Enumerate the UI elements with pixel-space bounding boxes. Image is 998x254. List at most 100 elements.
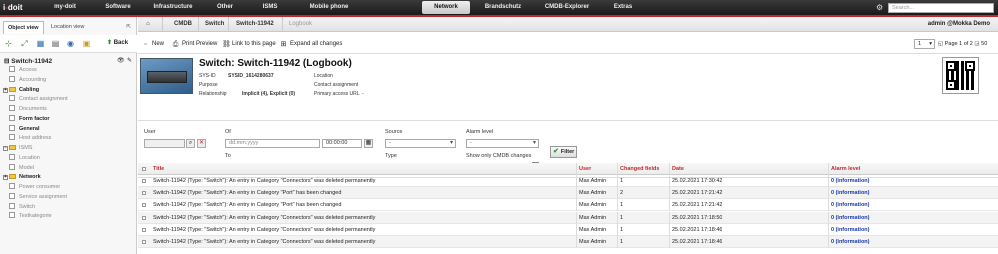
table-icon[interactable]: ▦ xyxy=(36,39,45,48)
nav-other[interactable]: Other xyxy=(204,0,246,15)
tree-item[interactable]: + Network xyxy=(3,173,41,182)
col-date[interactable]: Date xyxy=(672,163,684,175)
tree-item[interactable]: General xyxy=(9,124,39,134)
cell-alarm-level[interactable]: 0 (information) xyxy=(831,175,870,187)
cell-alarm-level[interactable]: 0 (information) xyxy=(831,236,870,248)
new-button[interactable]: ▫ New xyxy=(142,39,164,49)
tree-item[interactable]: + Cabling xyxy=(3,86,39,95)
globe-icon[interactable]: ◉ xyxy=(66,39,75,48)
table-row[interactable]: Switch-11942 (Type: "Switch"): An entry … xyxy=(138,236,998,248)
tree-item-label: Documents xyxy=(19,106,47,112)
cell-alarm-level[interactable]: 0 (information) xyxy=(831,224,870,236)
gear-icon[interactable]: ⚙ xyxy=(876,3,885,12)
row-checkbox[interactable] xyxy=(142,227,146,232)
row-checkbox[interactable] xyxy=(142,179,146,183)
page-count[interactable]: 50 xyxy=(981,41,987,47)
select-all-checkbox[interactable] xyxy=(142,167,146,171)
tree-item[interactable]: Switch xyxy=(9,202,35,212)
user-label[interactable]: admin @Mokka Demo xyxy=(928,17,990,32)
tree-item[interactable]: + ISMS xyxy=(3,144,32,153)
row-checkbox[interactable] xyxy=(142,203,146,208)
table-row[interactable]: Switch-11942 (Type: "Switch"): An entry … xyxy=(138,211,998,224)
page-select[interactable]: 1 ▾ xyxy=(914,39,935,49)
table-row[interactable]: Switch-11942 (Type: "Switch"): An entry … xyxy=(138,187,998,200)
settings-icon[interactable]: ✎ xyxy=(127,57,132,64)
cell-date: 25.02.2021 17:21:42 xyxy=(672,190,723,197)
link-button[interactable]: ⛓Link to this page xyxy=(222,39,276,49)
tree-item-label: Host address xyxy=(19,135,52,142)
tab-object-view[interactable]: Object view xyxy=(3,21,44,34)
nav-network[interactable]: Network xyxy=(422,1,470,14)
nav-infrastructure[interactable]: Infrastructure xyxy=(145,0,201,15)
tree-item[interactable]: Form factor xyxy=(9,114,50,124)
breadcrumb-object[interactable]: Switch-11942 xyxy=(236,17,274,32)
tree-item[interactable]: Host address xyxy=(9,134,51,143)
tree-item[interactable]: Testkategorie xyxy=(9,212,52,221)
prev-page-icon[interactable]: ◱ xyxy=(938,41,945,47)
source-select[interactable]: - xyxy=(385,139,456,148)
sidebar-toolbar: ⊹ ⤢ ▦ ▤ ◉ ▣ ⬆ Back xyxy=(0,35,137,53)
lock-icon[interactable]: ▣ xyxy=(82,39,91,48)
user-clear-icon[interactable]: ✕ xyxy=(197,139,206,148)
relationship-value[interactable]: Implicit (4), Explicit (0) xyxy=(242,91,295,97)
col-user[interactable]: User xyxy=(579,163,591,175)
expand-icon[interactable]: ⤢ xyxy=(20,39,29,48)
nav-mobile-phone[interactable]: Mobile phone xyxy=(296,0,362,15)
of-calendar-icon[interactable]: ▦ xyxy=(364,139,373,148)
expand-plus-icon[interactable]: + xyxy=(3,87,8,93)
eye-icon[interactable]: 👁 xyxy=(117,57,125,64)
tree-item[interactable]: Contact assignment xyxy=(9,95,68,104)
tree-item[interactable]: Accounting xyxy=(9,75,46,85)
access-url-value: - xyxy=(362,91,364,97)
col-changed-fields[interactable]: Changed fields xyxy=(620,163,659,175)
of-time-input[interactable]: 00:00:00 xyxy=(322,139,362,148)
table-row[interactable]: Switch-11942 (Type: "Switch"): An entry … xyxy=(138,175,998,187)
access-url-label: Primary access URL xyxy=(314,91,360,97)
tree-item[interactable]: Power consumer xyxy=(9,183,60,192)
col-title[interactable]: Title xyxy=(153,163,164,175)
back-button[interactable]: ⬆ Back xyxy=(107,39,128,48)
expand-all-button[interactable]: ⊞ Expand all changes xyxy=(280,39,343,49)
tree-item[interactable]: Location xyxy=(9,153,40,163)
tree-icon[interactable]: ⊹ xyxy=(4,39,13,48)
tree-item[interactable]: Service assignment xyxy=(9,192,67,202)
page-icon xyxy=(9,192,15,199)
expand-plus-icon[interactable]: + xyxy=(3,146,8,151)
tab-location-view[interactable]: Location view ⇱ xyxy=(47,21,135,34)
user-search-icon[interactable]: ⌕ xyxy=(186,139,195,148)
row-checkbox[interactable] xyxy=(142,240,146,244)
search-input[interactable]: Search... xyxy=(888,3,994,13)
chevron-down-icon: ▾ xyxy=(929,41,932,47)
user-filter-input[interactable] xyxy=(144,139,185,148)
tree-item[interactable]: Model xyxy=(9,163,34,173)
breadcrumb-cmdb[interactable]: CMDB xyxy=(174,17,192,32)
expand-plus-icon[interactable]: + xyxy=(3,175,8,181)
tree-item[interactable]: Documents xyxy=(9,105,47,114)
nav-isms[interactable]: ISMS xyxy=(249,0,291,15)
col-alarm-level[interactable]: Alarm level xyxy=(831,163,860,175)
row-checkbox[interactable] xyxy=(142,191,146,196)
nav-software[interactable]: Software xyxy=(92,0,144,15)
nav-extras[interactable]: Extras xyxy=(602,0,644,15)
breadcrumb-switch[interactable]: Switch xyxy=(205,17,224,32)
filter-button-label: Filter xyxy=(560,149,575,155)
nav-cmdb-explorer[interactable]: CMDB-Explorer xyxy=(534,0,600,15)
nav-brandschutz[interactable]: Brandschutz xyxy=(474,0,532,15)
of-date-input[interactable]: dd.mm.yyyy xyxy=(225,139,320,148)
expand-panel-icon[interactable]: ⇱ xyxy=(126,21,131,34)
alarm-level-select[interactable]: - xyxy=(466,139,539,148)
table-row[interactable]: Switch-11942 (Type: "Switch"): An entry … xyxy=(138,199,998,212)
tree-item[interactable]: Access xyxy=(9,66,37,75)
print-preview-button[interactable]: ⎙ Print Preview xyxy=(172,39,218,49)
cell-alarm-level[interactable]: 0 (information) xyxy=(831,199,870,211)
print-icon[interactable]: ▤ xyxy=(51,39,60,48)
home-icon[interactable]: ⌂ xyxy=(146,17,150,32)
filter-button[interactable]: ✔ Filter xyxy=(550,146,577,158)
nav-my-doit[interactable]: my-doit xyxy=(42,0,88,15)
table-row[interactable]: Switch-11942 (Type: "Switch"): An entry … xyxy=(138,223,998,236)
row-checkbox[interactable] xyxy=(142,215,146,220)
cell-alarm-level[interactable]: 0 (information) xyxy=(831,212,870,224)
qr-code[interactable] xyxy=(942,57,979,94)
cell-alarm-level[interactable]: 0 (information) xyxy=(831,187,870,199)
idoit-logo[interactable]: i-doit xyxy=(3,1,27,14)
